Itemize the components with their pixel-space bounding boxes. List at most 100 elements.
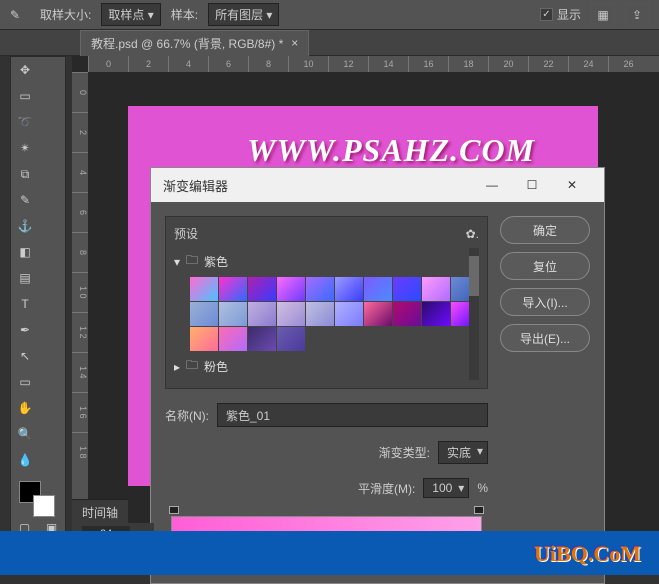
gradient-swatch[interactable]: [248, 302, 276, 326]
gradient-swatch[interactable]: [219, 327, 247, 351]
sample-layers-dropdown[interactable]: 所有图层 ▾: [208, 3, 279, 26]
chevron-right-icon: ▸: [174, 360, 180, 374]
gradient-swatch[interactable]: [219, 277, 247, 301]
ruler-tick: 26: [608, 56, 648, 72]
sample-layers-label: 样本:: [171, 6, 198, 23]
scrollbar-thumb[interactable]: [469, 256, 479, 296]
preset-folder-purple[interactable]: ▾ 🗀 紫色: [174, 248, 479, 275]
show-checkbox[interactable]: ✓: [540, 8, 553, 21]
ruler-tick: 8: [72, 232, 88, 272]
sample-size-dropdown[interactable]: 取样点 ▾: [101, 3, 160, 26]
ruler-tick: 6: [208, 56, 248, 72]
ruler-tick: 14: [368, 56, 408, 72]
crop-tool[interactable]: ⧉: [11, 161, 39, 187]
gradient-swatch[interactable]: [393, 277, 421, 301]
ruler-tick: 24: [568, 56, 608, 72]
ruler-tick: 8: [248, 56, 288, 72]
ruler-tick: 0: [88, 56, 128, 72]
background-swatch[interactable]: [33, 495, 55, 517]
quick-select-tool[interactable]: ✴: [11, 135, 39, 161]
dialog-titlebar[interactable]: 渐变编辑器 — ☐ ✕: [151, 168, 604, 202]
maximize-button[interactable]: ☐: [512, 168, 552, 202]
grid-icon[interactable]: ▦: [591, 3, 615, 27]
ruler-tick: 2: [128, 56, 168, 72]
gradient-swatch[interactable]: [277, 327, 305, 351]
ok-button[interactable]: 确定: [500, 216, 590, 244]
gradient-name-input[interactable]: [217, 403, 488, 427]
dialog-title: 渐变编辑器: [163, 176, 472, 195]
gradient-swatch[interactable]: [335, 277, 363, 301]
gradient-swatch[interactable]: [277, 277, 305, 301]
ruler-tick: 1 6: [72, 392, 88, 432]
minimize-button[interactable]: —: [472, 168, 512, 202]
sample-size-label: 取样大小:: [40, 6, 91, 23]
name-label: 名称(N):: [165, 407, 209, 424]
gradient-swatch[interactable]: [190, 277, 218, 301]
gradient-swatch[interactable]: [393, 302, 421, 326]
gradient-type-label: 渐变类型:: [379, 444, 430, 461]
zoom-tool[interactable]: 🔍: [11, 421, 39, 447]
show-label: 显示: [557, 6, 581, 23]
shape-tool[interactable]: ▭: [11, 369, 39, 395]
gradient-tool[interactable]: ▤: [11, 265, 39, 291]
chevron-down-icon: ▾: [174, 255, 180, 269]
tool-icon: ✎: [10, 8, 30, 22]
presets-label: 预设: [174, 225, 198, 242]
marquee-tool[interactable]: ▭: [11, 83, 39, 109]
document-tab-bar: 教程.psd @ 66.7% (背景, RGB/8#) * ×: [0, 30, 659, 56]
close-icon[interactable]: ×: [291, 36, 298, 50]
gradient-swatch[interactable]: [364, 302, 392, 326]
eraser-tool[interactable]: ◧: [11, 239, 39, 265]
move-tool[interactable]: ✥: [11, 57, 39, 83]
ruler-tick: 1 4: [72, 352, 88, 392]
ruler-tick: 4: [168, 56, 208, 72]
timeline-panel[interactable]: 时间轴: [72, 499, 128, 523]
gradient-type-select[interactable]: 实底: [438, 441, 488, 464]
pen-tool[interactable]: ✒: [11, 317, 39, 343]
ruler-tick: 4: [72, 152, 88, 192]
export-button[interactable]: 导出(E)...: [500, 324, 590, 352]
folder-icon: 🗀: [186, 251, 198, 272]
eyedropper-tool[interactable]: 💧: [11, 447, 39, 473]
gradient-swatch[interactable]: [422, 302, 450, 326]
ruler-tick: 16: [408, 56, 448, 72]
preset-list[interactable]: ▾ 🗀 紫色 ▸ 🗀 粉色: [174, 248, 479, 380]
ruler-tick: 12: [328, 56, 368, 72]
gradient-swatch[interactable]: [335, 302, 363, 326]
gradient-swatch[interactable]: [306, 277, 334, 301]
import-button[interactable]: 导入(I)...: [500, 288, 590, 316]
ruler-tick: 1 2: [72, 312, 88, 352]
gradient-swatch[interactable]: [248, 327, 276, 351]
gradient-swatch[interactable]: [422, 277, 450, 301]
gradient-swatch[interactable]: [219, 302, 247, 326]
ruler-horizontal: 02468101214161820222426: [88, 56, 659, 72]
opacity-stop-left[interactable]: [169, 506, 179, 514]
stamp-tool[interactable]: ⚓: [11, 213, 39, 239]
gradient-swatch[interactable]: [248, 277, 276, 301]
type-tool[interactable]: T: [11, 291, 39, 317]
gradient-swatch[interactable]: [306, 302, 334, 326]
gradient-swatch-grid: [174, 275, 479, 353]
gradient-swatch[interactable]: [277, 302, 305, 326]
gradient-swatch[interactable]: [190, 302, 218, 326]
opacity-stop-right[interactable]: [474, 506, 484, 514]
ruler-tick: 6: [72, 192, 88, 232]
smoothness-input[interactable]: 100: [423, 478, 469, 498]
hand-tool[interactable]: ✋: [11, 395, 39, 421]
brush-tool[interactable]: ✎: [11, 187, 39, 213]
gradient-swatch[interactable]: [364, 277, 392, 301]
ruler-tick: 20: [488, 56, 528, 72]
path-select-tool[interactable]: ↖: [11, 343, 39, 369]
preset-scrollbar[interactable]: [469, 248, 479, 380]
preset-folder-other[interactable]: ▸ 🗀 粉色: [174, 353, 479, 380]
document-tab[interactable]: 教程.psd @ 66.7% (背景, RGB/8#) * ×: [80, 30, 309, 56]
close-button[interactable]: ✕: [552, 168, 592, 202]
gradient-swatch[interactable]: [190, 327, 218, 351]
share-icon[interactable]: ⇪: [625, 3, 649, 27]
lasso-tool[interactable]: ➰: [11, 109, 39, 135]
ruler-tick: 1 0: [72, 272, 88, 312]
ruler-tick: 2: [72, 112, 88, 152]
reset-button[interactable]: 复位: [500, 252, 590, 280]
color-swatches[interactable]: [11, 477, 65, 517]
gear-icon[interactable]: ✿.: [466, 227, 479, 241]
